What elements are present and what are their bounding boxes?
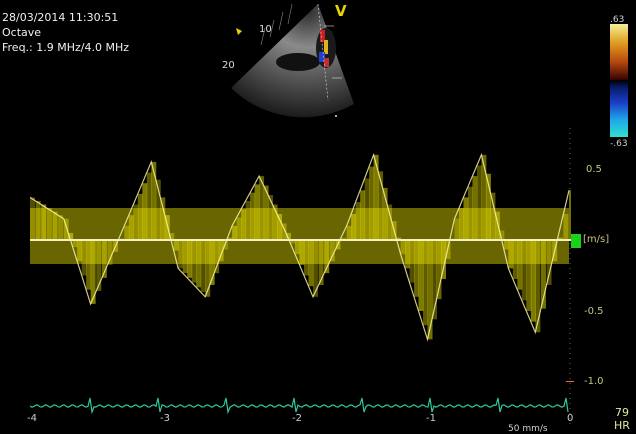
velocity-label: 0.5 (586, 164, 602, 175)
velocity-label: -0.5 (584, 306, 604, 317)
time-label: -1 (426, 413, 436, 424)
depth-label: 20 (222, 60, 235, 71)
time-label: -3 (160, 413, 170, 424)
spectrum-column (569, 190, 571, 240)
heart-rate-label: HR (614, 419, 630, 432)
colorbar-min: -.63 (610, 139, 628, 149)
focus-dot (335, 115, 337, 117)
exam-datetime: 28/03/2014 11:30:51 (2, 11, 119, 24)
cavity-shape (276, 53, 320, 71)
color-scale-bar (610, 24, 628, 137)
orientation-icon (236, 28, 242, 35)
depth-label: 10 (259, 24, 272, 35)
ecg-trace (30, 397, 569, 415)
sector-marker: V (335, 2, 347, 20)
spectrum-trace (30, 152, 571, 342)
color-flow-red (324, 58, 329, 67)
exam-info: 28/03/2014 11:30:51 Octave Freq.: 1.9 MH… (2, 10, 129, 55)
exam-mode: Octave (2, 26, 42, 39)
color-flow-yellow (324, 40, 328, 54)
heart-rate: 79 HR (614, 406, 630, 432)
doppler-spectrum[interactable] (30, 128, 571, 428)
heart-rate-value: 79 (614, 406, 629, 419)
sweep-speed: 50 mm/s (508, 424, 548, 434)
velocity-label: -1.0 (584, 376, 604, 387)
time-label: -4 (27, 413, 37, 424)
baseline-handle[interactable] (571, 234, 581, 248)
scale-mark (566, 381, 574, 382)
velocity-unit: [m/s] (583, 234, 610, 245)
time-label: 0 (567, 413, 574, 424)
time-label: -2 (292, 413, 302, 424)
exam-frequency: Freq.: 1.9 MHz/4.0 MHz (2, 41, 130, 54)
